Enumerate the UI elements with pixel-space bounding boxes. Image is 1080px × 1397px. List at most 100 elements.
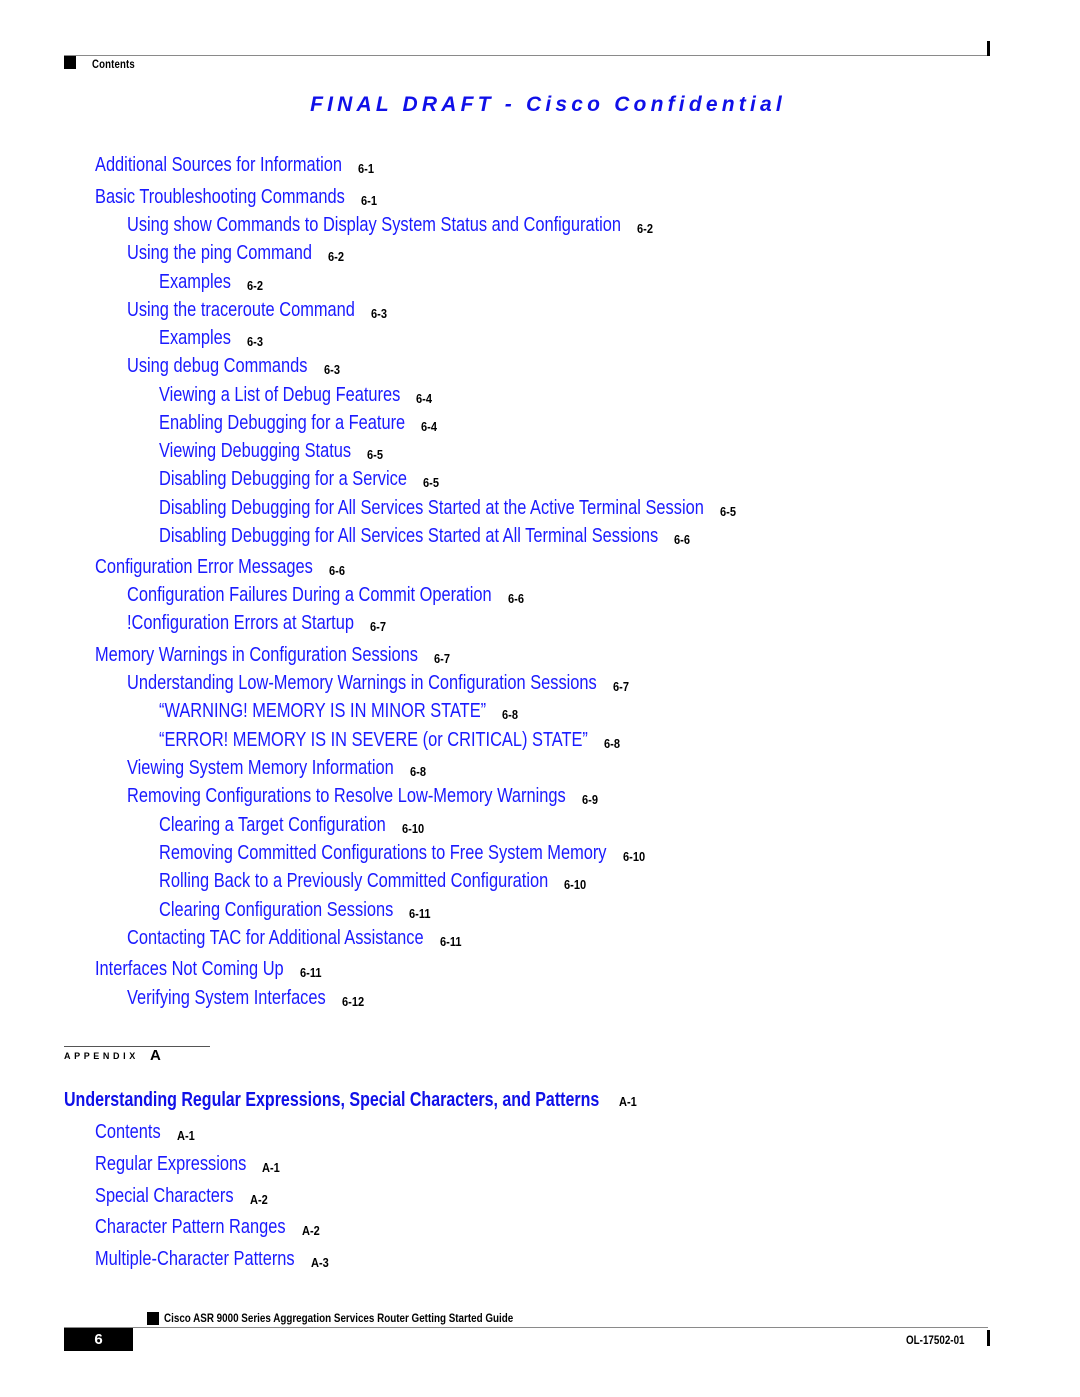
toc-entry-title[interactable]: Disabling Debugging for a Service	[159, 468, 407, 490]
footer-square-marker	[147, 1312, 159, 1325]
toc-entry-title[interactable]: Clearing Configuration Sessions	[159, 899, 393, 921]
toc-entry[interactable]: Interfaces Not Coming Up 6-11	[95, 958, 325, 982]
appendix-entry[interactable]: Contents A-1	[95, 1121, 194, 1145]
toc-entry[interactable]: Understanding Low-Memory Warnings in Con…	[127, 672, 700, 696]
toc-entry[interactable]: Verifying System Interfaces 6-12	[127, 987, 369, 1011]
toc-entry[interactable]: Disabling Debugging for a Service 6-5	[159, 468, 461, 492]
appendix-entry-title[interactable]: Character Pattern Ranges	[95, 1216, 286, 1238]
toc-entry[interactable]: Removing Configurations to Resolve Low-M…	[127, 785, 662, 809]
toc-entry[interactable]: Examples 6-3	[159, 327, 263, 351]
toc-entry-title[interactable]: Using the traceroute Command	[127, 299, 355, 321]
toc-entry-title[interactable]: Removing Committed Configurations to Fre…	[159, 842, 607, 864]
appendix-entry[interactable]: Special Characters A-2	[95, 1185, 267, 1209]
footer-doc-number: OL-17502-01	[906, 1333, 965, 1347]
toc-entry[interactable]: Disabling Debugging for All Services Sta…	[159, 525, 768, 549]
appendix-entry[interactable]: Regular Expressions A-1	[95, 1153, 280, 1177]
toc-entry[interactable]: Memory Warnings in Configuration Session…	[95, 644, 489, 668]
toc-entry-title[interactable]: Examples	[159, 271, 231, 293]
toc-entry-title[interactable]: Basic Troubleshooting Commands	[95, 186, 345, 208]
toc-entry-title[interactable]: Enabling Debugging for a Feature	[159, 412, 405, 434]
toc-entry[interactable]: Examples 6-2	[159, 271, 263, 295]
footer-tick-mark	[987, 1330, 990, 1346]
toc-entry-title[interactable]: Configuration Failures During a Commit O…	[127, 584, 492, 606]
toc-entry-page: 6-3	[370, 306, 387, 321]
toc-entry[interactable]: Clearing a Target Configuration 6-10	[159, 814, 435, 838]
toc-entry-page: 6-5	[719, 504, 736, 519]
appendix-chapter-entry[interactable]: Understanding Regular Expressions, Speci…	[64, 1089, 733, 1112]
toc-entry-title[interactable]: Using show Commands to Display System St…	[127, 214, 621, 236]
toc-entry-title[interactable]: Understanding Low-Memory Warnings in Con…	[127, 672, 597, 694]
appendix-chapter-title[interactable]: Understanding Regular Expressions, Speci…	[64, 1089, 599, 1112]
toc-entry[interactable]: Viewing Debugging Status 6-5	[159, 440, 393, 464]
toc-entry-title[interactable]: !Configuration Errors at Startup	[127, 612, 354, 634]
toc-entry-title[interactable]: Examples	[159, 327, 231, 349]
toc-entry-title[interactable]: Using debug Commands	[127, 355, 308, 377]
toc-entry[interactable]: Using the traceroute Command 6-3	[127, 299, 405, 323]
toc-entry[interactable]: Using the ping Command 6-2	[127, 242, 353, 266]
toc-entry-page: 6-6	[674, 532, 691, 547]
toc-entry-page: 6-5	[422, 475, 439, 490]
appendix-entry-page: A-2	[301, 1223, 320, 1238]
toc-entry[interactable]: Disabling Debugging for All Services Sta…	[159, 497, 823, 521]
toc-entry-title[interactable]: Viewing a List of Debug Features	[159, 384, 400, 406]
toc-entry[interactable]: Contacting TAC for Additional Assistance…	[127, 927, 489, 951]
toc-entry-page: 6-8	[603, 736, 620, 751]
toc-entry[interactable]: Basic Troubleshooting Commands 6-1	[95, 186, 400, 210]
appendix-entry-title[interactable]: Contents	[95, 1121, 161, 1143]
toc-entry[interactable]: Viewing System Memory Information 6-8	[127, 757, 452, 781]
toc-entry-title[interactable]: Configuration Error Messages	[95, 556, 313, 578]
toc-entry-page: 6-5	[367, 447, 384, 462]
confidential-watermark: FINAL DRAFT - Cisco Confidential	[310, 93, 786, 116]
toc-entry-title[interactable]: Interfaces Not Coming Up	[95, 958, 284, 980]
toc-entry-title[interactable]: Contacting TAC for Additional Assistance	[127, 927, 424, 949]
toc-entry-page: 6-6	[328, 563, 345, 578]
toc-entry[interactable]: “ERROR! MEMORY IS IN SEVERE (or CRITICAL…	[159, 729, 682, 753]
toc-entry-title[interactable]: Disabling Debugging for All Services Sta…	[159, 525, 658, 547]
toc-entry-title[interactable]: Disabling Debugging for All Services Sta…	[159, 497, 704, 519]
toc-entry-title[interactable]: Additional Sources for Information	[95, 154, 342, 176]
toc-entry[interactable]: Clearing Configuration Sessions 6-11	[159, 899, 445, 923]
header-tick-mark	[987, 41, 990, 56]
toc-entry-page: 6-10	[622, 849, 645, 864]
appendix-entry-page: A-2	[249, 1192, 268, 1207]
toc-entry[interactable]: “WARNING! MEMORY IS IN MINOR STATE” 6-8	[159, 700, 558, 724]
toc-entry[interactable]: Additional Sources for Information 6-1	[95, 154, 396, 178]
toc-entry-title[interactable]: Viewing Debugging Status	[159, 440, 351, 462]
toc-entry[interactable]: Viewing a List of Debug Features 6-4	[159, 384, 453, 408]
toc-entry[interactable]: Enabling Debugging for a Feature 6-4	[159, 412, 459, 436]
toc-entry-title[interactable]: Viewing System Memory Information	[127, 757, 394, 779]
appendix-entry-page: A-3	[310, 1255, 329, 1270]
appendix-entry[interactable]: Character Pattern Ranges A-2	[95, 1216, 327, 1240]
appendix-chapter-page: A-1	[619, 1094, 638, 1109]
toc-entry-page: 6-7	[369, 619, 386, 634]
appendix-entry[interactable]: Multiple-Character Patterns A-3	[95, 1248, 338, 1272]
toc-entry-title[interactable]: “ERROR! MEMORY IS IN SEVERE (or CRITICAL…	[159, 729, 588, 751]
toc-entry[interactable]: Removing Committed Configurations to Fre…	[159, 842, 705, 866]
footer-book-title: Cisco ASR 9000 Series Aggregation Servic…	[164, 1311, 514, 1325]
appendix-label: APPENDIX	[64, 1051, 139, 1061]
toc-entry[interactable]: !Configuration Errors at Startup 6-7	[127, 612, 404, 636]
header-section-label: Contents	[92, 57, 135, 71]
toc-entry-title[interactable]: Memory Warnings in Configuration Session…	[95, 644, 418, 666]
toc-entry[interactable]: Configuration Error Messages 6-6	[95, 556, 361, 580]
appendix-entry-title[interactable]: Regular Expressions	[95, 1153, 246, 1175]
footer-rule	[64, 1327, 988, 1328]
appendix-entry-title[interactable]: Special Characters	[95, 1185, 234, 1207]
toc-entry-page: 6-11	[439, 934, 462, 949]
toc-entry[interactable]: Rolling Back to a Previously Committed C…	[159, 870, 634, 894]
toc-entry-page: 6-12	[341, 994, 364, 1009]
toc-entry[interactable]: Configuration Failures During a Commit O…	[127, 584, 572, 608]
toc-entry-title[interactable]: “WARNING! MEMORY IS IN MINOR STATE”	[159, 700, 486, 722]
toc-entry-title[interactable]: Rolling Back to a Previously Committed C…	[159, 870, 548, 892]
toc-entry[interactable]: Using show Commands to Display System St…	[127, 214, 730, 238]
toc-entry-page: 6-6	[507, 591, 524, 606]
toc-entry-title[interactable]: Removing Configurations to Resolve Low-M…	[127, 785, 566, 807]
appendix-entry-page: A-1	[262, 1160, 281, 1175]
header-rule	[64, 55, 988, 56]
toc-entry[interactable]: Using debug Commands 6-3	[127, 355, 347, 379]
appendix-entry-title[interactable]: Multiple-Character Patterns	[95, 1248, 295, 1270]
toc-entry-title[interactable]: Using the ping Command	[127, 242, 312, 264]
toc-entry-title[interactable]: Clearing a Target Configuration	[159, 814, 386, 836]
toc-entry-title[interactable]: Verifying System Interfaces	[127, 987, 326, 1009]
toc-entry-page: 6-2	[247, 278, 263, 293]
